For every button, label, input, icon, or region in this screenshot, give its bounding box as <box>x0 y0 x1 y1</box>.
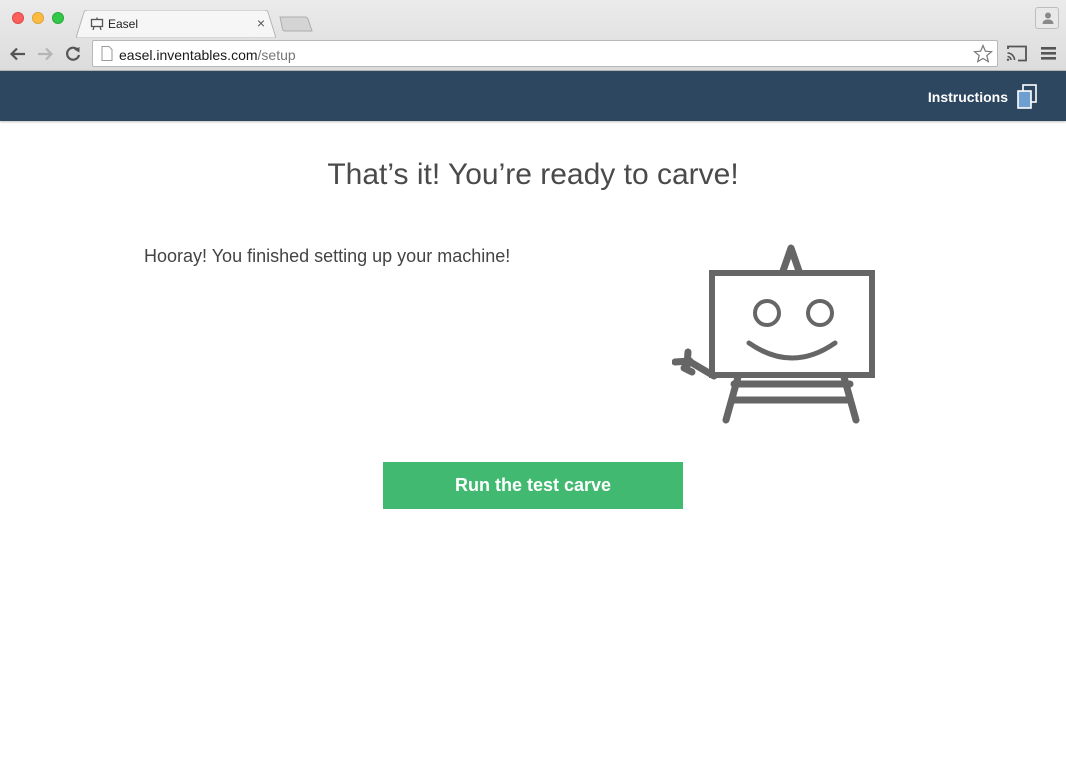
tab-close-icon[interactable]: × <box>254 15 268 31</box>
maximize-window-button[interactable] <box>52 12 64 24</box>
minimize-window-button[interactable] <box>32 12 44 24</box>
cast-icon[interactable] <box>1006 45 1028 62</box>
new-tab-button[interactable] <box>279 16 313 32</box>
url-host: easel.inventables.com <box>119 47 258 63</box>
url-text: easel.inventables.com/setup <box>119 47 296 63</box>
app-header: Instructions <box>0 71 1066 121</box>
browser-chrome: Easel × easel.inventables.com/setup <box>0 0 1066 71</box>
page-title: That’s it! You’re ready to carve! <box>327 158 739 191</box>
success-message: Hooray! You finished setting up your mac… <box>144 246 511 266</box>
tab-title: Easel <box>108 17 139 31</box>
hamburger-menu-icon[interactable] <box>1041 47 1056 60</box>
instructions-link[interactable]: Instructions <box>928 84 1038 110</box>
arrow-left-icon[interactable] <box>8 44 28 64</box>
close-window-button[interactable] <box>12 12 24 24</box>
documents-icon <box>1017 84 1037 109</box>
reload-icon[interactable] <box>63 44 83 64</box>
address-bar[interactable]: easel.inventables.com/setup <box>92 40 998 67</box>
arrow-right-icon[interactable] <box>35 44 55 64</box>
instructions-label: Instructions <box>927 89 1008 105</box>
profile-button[interactable] <box>1035 7 1059 29</box>
url-path: /setup <box>257 47 296 63</box>
browser-tab[interactable]: Easel × <box>76 10 276 38</box>
easel-favicon-icon <box>90 17 104 31</box>
page-icon <box>101 46 113 61</box>
user-icon <box>1042 12 1054 24</box>
star-icon[interactable] <box>973 44 993 64</box>
easel-mascot-icon <box>672 244 875 424</box>
run-test-carve-button[interactable]: Run the test carve <box>383 462 683 509</box>
tab-background <box>76 10 276 38</box>
